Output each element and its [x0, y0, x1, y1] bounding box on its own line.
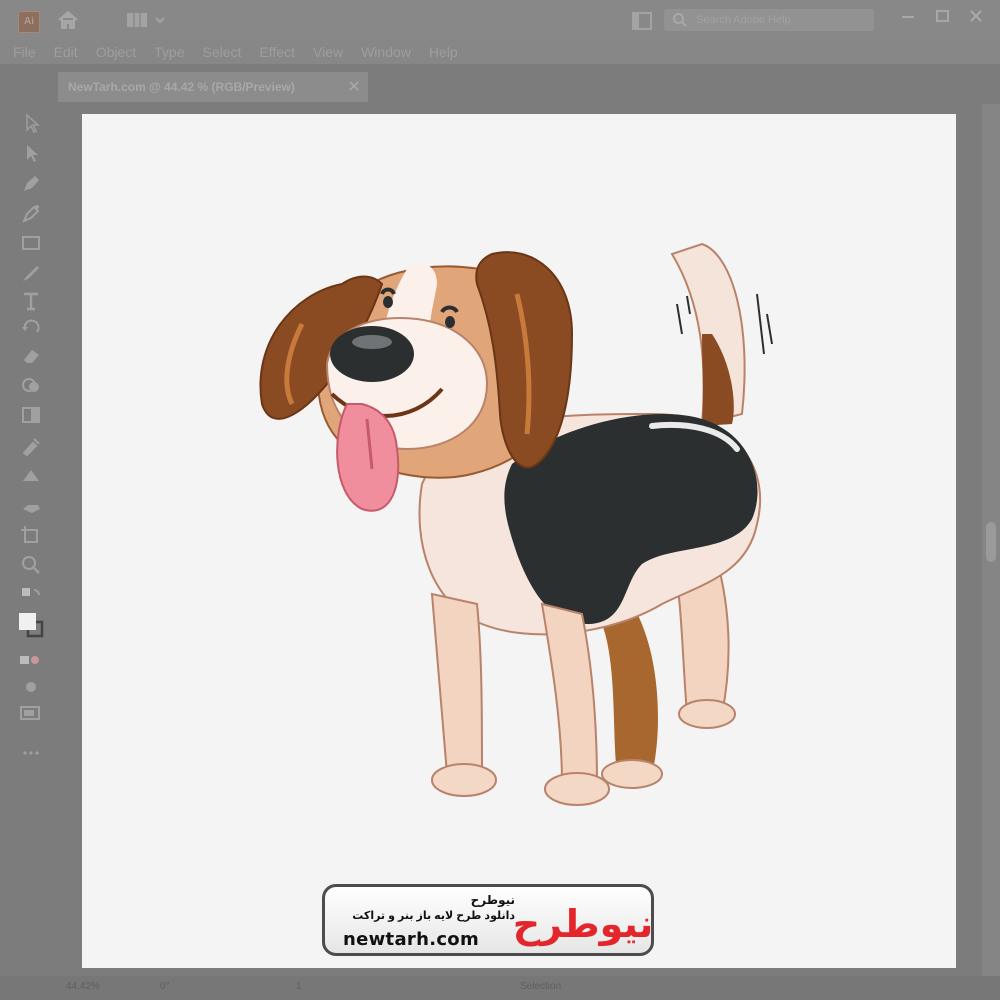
document-tab-title: NewTarh.com @ 44.42 % (RGB/Preview): [68, 80, 295, 94]
eyedropper-tool-icon[interactable]: [18, 434, 44, 457]
menu-window[interactable]: Window: [352, 44, 420, 60]
arrange-documents-icon[interactable]: [630, 10, 654, 32]
newtarh-logo: نیوطرح: [513, 902, 653, 946]
close-icon[interactable]: [964, 6, 988, 28]
scrollbar-thumb[interactable]: [986, 522, 996, 562]
minimize-icon[interactable]: [896, 6, 920, 28]
menu-bar: File Edit Object Type Select Effect View…: [0, 40, 1000, 64]
search-icon: [673, 13, 687, 27]
newtarh-watermark: نیوطرح دانلود طرح لایه باز بنر و تراکت n…: [322, 884, 654, 956]
selection-tool-icon[interactable]: [18, 112, 44, 134]
document-tab[interactable]: NewTarh.com @ 44.42 % (RGB/Preview): [58, 72, 368, 102]
tab-close-icon[interactable]: [348, 80, 360, 92]
type-tool-icon[interactable]: [18, 290, 44, 312]
drawing-mode-icon[interactable]: [18, 676, 44, 698]
status-bar: 44.42% 0° 1 Selection: [0, 976, 1000, 1000]
menu-file[interactable]: File: [0, 44, 45, 60]
menu-effect[interactable]: Effect: [250, 44, 304, 60]
menu-help[interactable]: Help: [420, 44, 467, 60]
symbol-sprayer-tool-icon[interactable]: [18, 494, 44, 516]
rotation-angle[interactable]: 0°: [160, 981, 170, 992]
watermark-url: newtarh.com: [343, 929, 480, 950]
menu-edit[interactable]: Edit: [45, 44, 87, 60]
search-input[interactable]: [694, 13, 868, 27]
watermark-subtitle: دانلود طرح لایه باز بنر و تراکت: [352, 910, 515, 922]
eraser-tool-icon[interactable]: [18, 344, 44, 366]
document-tab-bar: NewTarh.com @ 44.42 % (RGB/Preview): [58, 72, 1000, 102]
app-logo: Ai: [18, 11, 40, 33]
zoom-level[interactable]: 44.42%: [66, 981, 100, 992]
restore-icon[interactable]: [930, 6, 954, 28]
artboard-number[interactable]: 1: [296, 981, 302, 992]
rectangle-tool-icon[interactable]: [18, 232, 44, 254]
zoom-tool-icon[interactable]: [18, 554, 44, 576]
menu-select[interactable]: Select: [194, 44, 251, 60]
search-field[interactable]: [664, 9, 874, 31]
home-icon[interactable]: [56, 9, 80, 31]
menu-object[interactable]: Object: [87, 44, 145, 60]
shape-builder-tool-icon[interactable]: [18, 374, 44, 396]
blend-tool-icon[interactable]: [18, 464, 44, 486]
more-tools-icon[interactable]: [18, 742, 44, 764]
watermark-title: نیوطرح: [470, 893, 515, 907]
paintbrush-tool-icon[interactable]: [18, 262, 44, 284]
fill-stroke-swatch[interactable]: [18, 610, 44, 642]
app-bar: Ai: [0, 0, 1000, 40]
pen-tool-icon[interactable]: [18, 172, 44, 194]
tools-panel: [8, 64, 56, 776]
menu-type[interactable]: Type: [145, 44, 193, 60]
watermark-logo-text: نیوطرح: [513, 902, 653, 946]
current-tool-label: Selection: [520, 981, 562, 992]
color-mode-icon[interactable]: [18, 650, 44, 672]
rotate-tool-icon[interactable]: [18, 316, 44, 338]
curvature-tool-icon[interactable]: [18, 202, 44, 224]
artboard[interactable]: [82, 114, 956, 968]
artboard-tool-icon[interactable]: [18, 524, 44, 546]
menu-view[interactable]: View: [304, 44, 352, 60]
screen-mode-icon[interactable]: [18, 702, 44, 724]
direct-selection-tool-icon[interactable]: [18, 142, 44, 164]
gradient-tool-icon[interactable]: [18, 404, 44, 426]
workspace-switcher-icon[interactable]: [126, 11, 172, 29]
beagle-illustration: [259, 242, 773, 806]
default-colors-icon[interactable]: [18, 584, 44, 606]
